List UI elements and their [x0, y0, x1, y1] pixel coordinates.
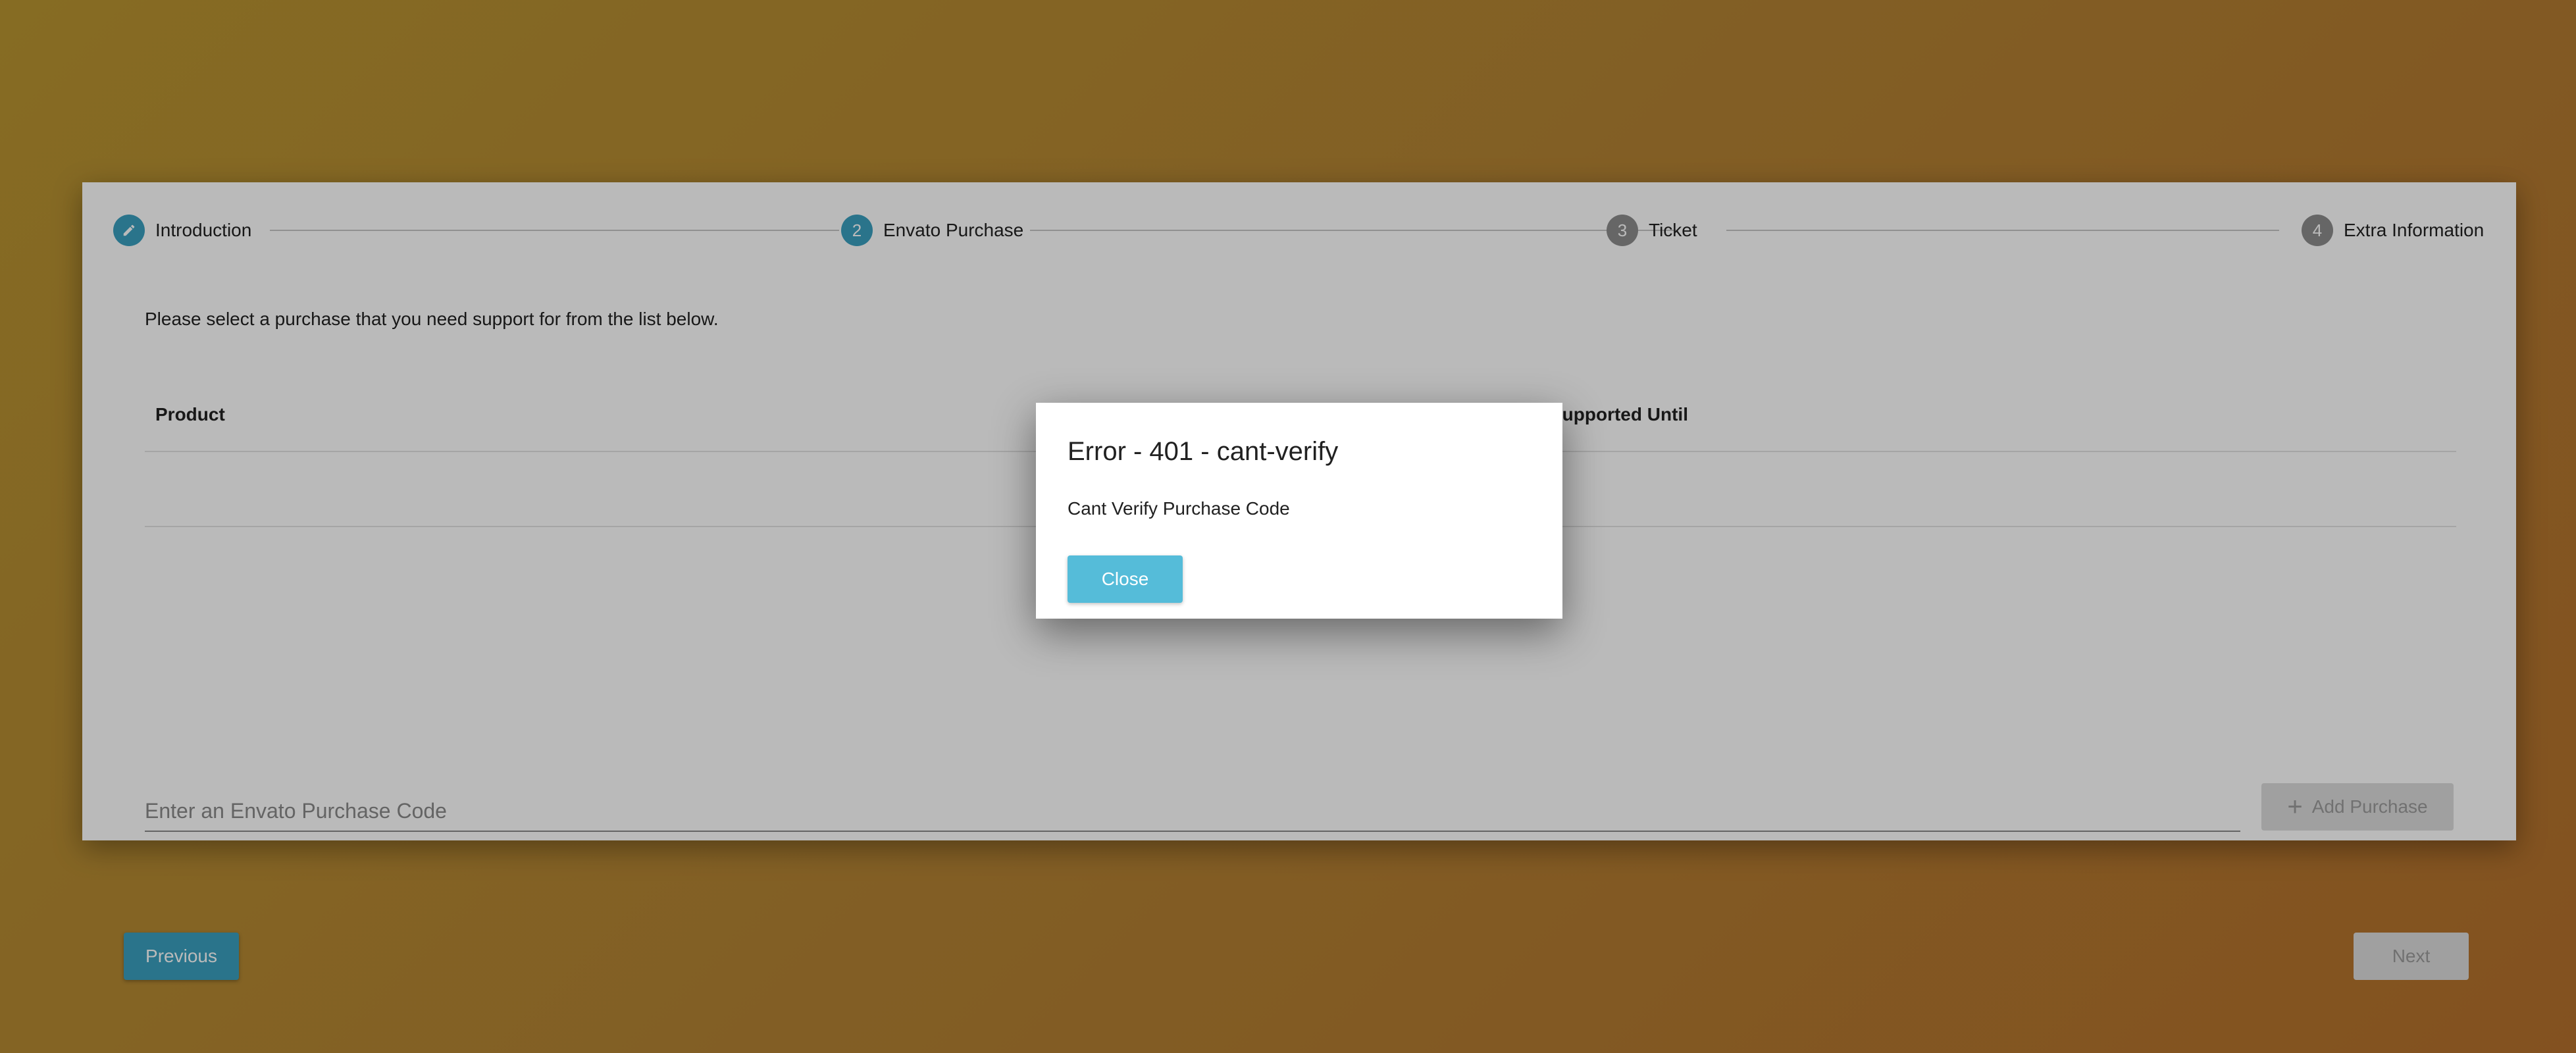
error-dialog: Error - 401 - cant-verify Cant Verify Pu…	[1036, 403, 1562, 619]
dialog-message: Cant Verify Purchase Code	[1068, 498, 1290, 519]
close-button[interactable]: Close	[1068, 555, 1183, 603]
dialog-title: Error - 401 - cant-verify	[1068, 437, 1339, 466]
